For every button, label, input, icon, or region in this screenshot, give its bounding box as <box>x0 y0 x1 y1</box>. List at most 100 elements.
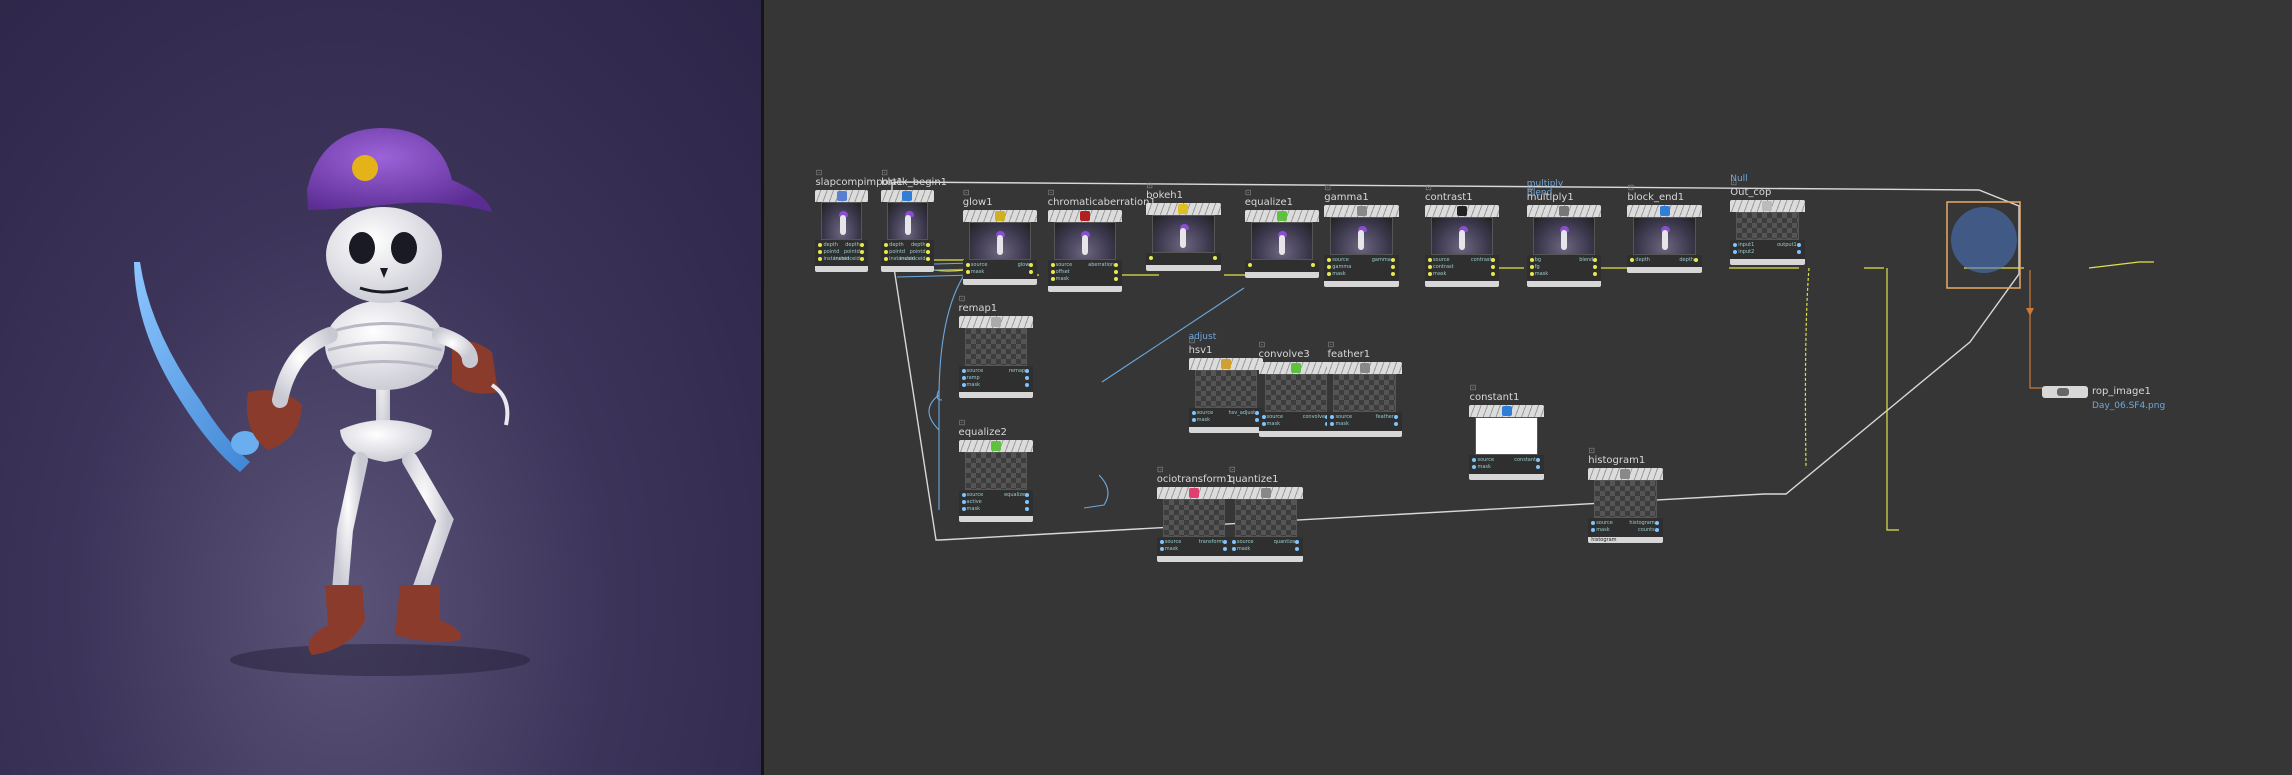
port-dot-icon[interactable] <box>1327 257 1332 262</box>
node-port[interactable]: source convolve <box>1259 414 1334 421</box>
node-port[interactable]: ramp <box>959 375 1034 382</box>
port-dot-icon[interactable] <box>1591 527 1596 532</box>
node-port[interactable]: contrast <box>1425 264 1500 271</box>
node-footer[interactable] <box>881 266 934 272</box>
node-glow1[interactable]: ⊡ glow1 source glow mask <box>962 188 1038 285</box>
node-title[interactable]: glow1 <box>963 197 993 208</box>
port-dot-icon[interactable] <box>884 256 889 261</box>
node-header[interactable] <box>1469 405 1544 417</box>
node-footer[interactable] <box>1469 474 1544 480</box>
port-dot-icon[interactable] <box>1491 257 1496 262</box>
port-dot-icon[interactable] <box>818 249 823 254</box>
node-constant1[interactable]: ⊡ constant1 source constant mask <box>1469 383 1544 480</box>
port-dot-icon[interactable] <box>1330 414 1335 419</box>
node-footer[interactable] <box>1188 427 1264 433</box>
node-footer[interactable] <box>1156 556 1232 562</box>
port-dot-icon[interactable] <box>1327 264 1332 269</box>
render-viewer[interactable] <box>0 0 761 775</box>
node-header[interactable] <box>958 440 1034 452</box>
port-dot-icon[interactable] <box>965 269 970 274</box>
node-port[interactable]: mask <box>1259 421 1334 428</box>
node-slapcompimport1[interactable]: ⊡ slapcompimport1 depth depth pointd poi… <box>815 168 903 272</box>
node-port[interactable]: source histogram <box>1588 520 1663 527</box>
port-dot-icon[interactable] <box>1149 255 1154 260</box>
node-footer[interactable] <box>962 279 1038 285</box>
port-dot-icon[interactable] <box>859 249 864 254</box>
port-dot-icon[interactable] <box>1114 276 1119 281</box>
node-port[interactable]: bg blend <box>1527 257 1602 264</box>
node-port[interactable]: source hsv_adjust <box>1189 410 1264 417</box>
node-header[interactable] <box>1146 203 1221 215</box>
node-port[interactable]: gamma <box>1324 264 1399 271</box>
node-header[interactable] <box>962 210 1038 222</box>
port-dot-icon[interactable] <box>1295 539 1300 544</box>
node-port[interactable]: mask <box>1527 271 1602 278</box>
node-port[interactable]: mask <box>1425 271 1500 278</box>
node-footer[interactable] <box>1424 281 1500 287</box>
port-dot-icon[interactable] <box>1330 421 1335 426</box>
node-header[interactable] <box>1156 487 1232 499</box>
node-title[interactable]: chromaticaberration1 <box>1048 197 1156 208</box>
port-dot-icon[interactable] <box>1025 382 1030 387</box>
port-dot-icon[interactable] <box>1535 464 1540 469</box>
port-dot-icon[interactable] <box>1593 257 1598 262</box>
port-dot-icon[interactable] <box>1223 546 1228 551</box>
node-port[interactable]: source remap <box>959 368 1034 375</box>
node-footer[interactable] <box>1324 281 1399 287</box>
port-dot-icon[interactable] <box>818 256 823 261</box>
node-port[interactable] <box>1245 262 1320 269</box>
node-title[interactable]: histogram1 <box>1588 455 1645 466</box>
node-bokeh1[interactable]: ⊡ bokeh1 <box>1146 181 1221 271</box>
node-Out_cop[interactable]: ⊡ Null Out_cop input1 output1 input2 <box>1730 175 1805 265</box>
node-gamma1[interactable]: ⊡ gamma1 source gamma gamma mask <box>1324 183 1399 287</box>
port-dot-icon[interactable] <box>1593 264 1598 269</box>
port-dot-icon[interactable] <box>1733 242 1738 247</box>
port-dot-icon[interactable] <box>884 242 889 247</box>
port-dot-icon[interactable] <box>1212 255 1217 260</box>
port-dot-icon[interactable] <box>1025 506 1030 511</box>
port-dot-icon[interactable] <box>1535 457 1540 462</box>
node-header[interactable] <box>1244 210 1320 222</box>
node-equalize1[interactable]: ⊡ equalize1 <box>1244 188 1320 278</box>
node-header[interactable] <box>815 190 868 202</box>
node-port[interactable]: mask counts <box>1588 527 1663 534</box>
node-port[interactable]: source constant <box>1469 457 1544 464</box>
node-header[interactable] <box>1258 362 1334 374</box>
node-port[interactable]: mask <box>1048 276 1123 283</box>
node-footer[interactable] <box>1146 265 1221 271</box>
node-footer[interactable] <box>1244 272 1320 278</box>
port-dot-icon[interactable] <box>1393 421 1398 426</box>
node-title[interactable]: contrast1 <box>1425 192 1473 203</box>
port-dot-icon[interactable] <box>1491 271 1496 276</box>
node-title[interactable]: equalize2 <box>959 427 1007 438</box>
port-dot-icon[interactable] <box>1529 257 1534 262</box>
node-port[interactable]: source transform <box>1157 539 1232 546</box>
node-title[interactable]: convolve3 <box>1259 349 1310 360</box>
node-port[interactable]: active <box>959 499 1034 506</box>
port-dot-icon[interactable] <box>925 242 930 247</box>
port-dot-icon[interactable] <box>1231 546 1236 551</box>
node-port[interactable]: mask <box>1157 546 1232 553</box>
node-footer[interactable] <box>1047 286 1123 292</box>
port-dot-icon[interactable] <box>1491 264 1496 269</box>
network-editor[interactable]: ⊡ slapcompimport1 depth depth pointd poi… <box>764 0 2292 775</box>
node-title[interactable]: hsv1 <box>1189 345 1213 356</box>
node-title[interactable]: bokeh1 <box>1146 190 1183 201</box>
node-ociotransform1[interactable]: ⊡ ociotransform1 source transform mask <box>1156 465 1233 562</box>
port-dot-icon[interactable] <box>1390 264 1395 269</box>
node-title[interactable]: ociotransform1 <box>1157 474 1233 485</box>
node-port[interactable]: mask <box>959 506 1034 513</box>
node-remap1[interactable]: ⊡ remap1 source remap ramp mask <box>958 294 1034 398</box>
port-dot-icon[interactable] <box>1025 492 1030 497</box>
node-port[interactable]: depth depth <box>881 242 933 249</box>
port-dot-icon[interactable] <box>1231 539 1236 544</box>
node-title[interactable]: block_end1 <box>1627 192 1684 203</box>
node-footer[interactable] <box>1228 556 1304 562</box>
node-header[interactable] <box>1424 205 1500 217</box>
node-histogram1[interactable]: ⊡ histogram1 source histogram mask count… <box>1588 446 1663 543</box>
port-dot-icon[interactable] <box>1295 546 1300 551</box>
node-title[interactable]: gamma1 <box>1324 192 1368 203</box>
port-dot-icon[interactable] <box>859 256 864 261</box>
node-header[interactable] <box>1588 468 1663 480</box>
port-dot-icon[interactable] <box>884 249 889 254</box>
